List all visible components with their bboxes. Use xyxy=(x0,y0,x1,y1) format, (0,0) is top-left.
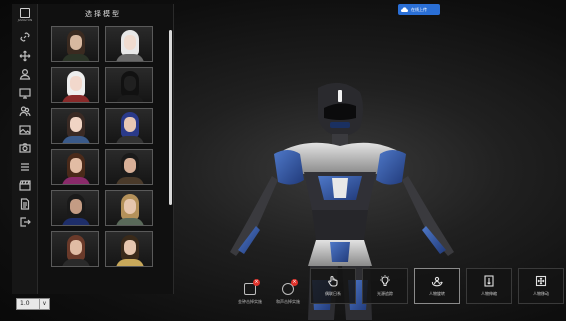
cloud-icon xyxy=(401,7,408,12)
remove-badge[interactable]: × xyxy=(291,279,298,286)
avatar-face xyxy=(124,117,136,132)
avatar-face xyxy=(70,117,82,132)
action-label: 人物旋转 xyxy=(429,291,445,296)
panel-title: 选择模型 xyxy=(85,10,121,18)
model-thumbnail[interactable] xyxy=(105,108,153,144)
avatar-body xyxy=(116,95,144,102)
image-icon[interactable] xyxy=(17,123,33,137)
hand-icon xyxy=(328,275,338,287)
list-icon[interactable] xyxy=(17,160,33,174)
sound-icon: × xyxy=(282,279,298,295)
link-icon[interactable] xyxy=(17,30,33,44)
model-thumbnail[interactable] xyxy=(105,231,153,267)
app-logo: JIANGYUN xyxy=(17,8,33,26)
chevron-down-icon: ∨ xyxy=(39,299,49,309)
avatar-body xyxy=(116,54,144,61)
upload-icon: × xyxy=(244,279,260,295)
model-thumbnail[interactable] xyxy=(51,67,99,103)
avatar-body xyxy=(62,177,90,184)
avatar-face xyxy=(70,76,82,91)
avatar-body xyxy=(62,218,90,225)
avatar-face xyxy=(124,240,136,255)
action-label: 人物移动 xyxy=(533,291,549,296)
action-label: 偶联日系 xyxy=(325,291,341,296)
user-icon[interactable] xyxy=(17,67,33,81)
action-rotate[interactable]: 人物旋转 xyxy=(414,268,460,304)
small-action-2[interactable]: × 和声击掉实施 xyxy=(270,279,306,313)
action-move[interactable]: 人物移动 xyxy=(518,268,564,304)
app-window: JIANGYUN 选择模型 1.0 ∨ 在线上传 × 金钟击掉实施 × 和声击掉… xyxy=(0,0,566,321)
model-thumbnail[interactable] xyxy=(51,108,99,144)
model-thumbnail[interactable] xyxy=(51,26,99,62)
avatar-body xyxy=(116,218,144,225)
avatar-face xyxy=(70,240,82,255)
avatar-body xyxy=(62,54,90,61)
camera-icon[interactable] xyxy=(17,141,33,155)
scale-icon xyxy=(484,275,494,287)
small-action-1[interactable]: × 金钟击掉实施 xyxy=(232,279,268,313)
action-scale[interactable]: 人物伸缩 xyxy=(466,268,512,304)
avatar-face xyxy=(124,199,136,214)
logo-text: JIANGYUN xyxy=(17,18,33,22)
model-thumbnail[interactable] xyxy=(105,67,153,103)
document-icon[interactable] xyxy=(17,197,33,211)
panel-scrollbar[interactable] xyxy=(169,30,172,205)
action-label: 光源追踪 xyxy=(377,291,393,296)
remove-badge[interactable]: × xyxy=(253,279,260,286)
move-icon[interactable] xyxy=(17,49,33,63)
badge-label: 在线上传 xyxy=(411,6,427,12)
avatar-face xyxy=(124,35,136,50)
avatar-body xyxy=(116,177,144,184)
zoom-select[interactable]: 1.0 ∨ xyxy=(16,298,50,310)
avatar-face xyxy=(70,35,82,50)
logo-icon xyxy=(20,8,30,18)
avatar-body xyxy=(116,259,144,266)
action-light[interactable]: 光源追踪 xyxy=(362,268,408,304)
avatar-face xyxy=(124,76,136,91)
avatar-face xyxy=(70,199,82,214)
bulb-icon xyxy=(380,275,390,287)
model-thumbnail[interactable] xyxy=(105,190,153,226)
model-panel: 选择模型 xyxy=(38,4,174,294)
avatar-body xyxy=(116,136,144,143)
action-label: 人物伸缩 xyxy=(481,291,497,296)
model-thumbnail[interactable] xyxy=(51,149,99,185)
users-icon[interactable] xyxy=(17,104,33,118)
avatar-body xyxy=(62,95,90,102)
action-gesture[interactable]: 偶联日系 xyxy=(310,268,356,304)
rotate-icon xyxy=(431,276,443,287)
model-thumbnail[interactable] xyxy=(105,26,153,62)
move-icon xyxy=(535,275,547,287)
model-thumbnail[interactable] xyxy=(105,149,153,185)
clapper-icon[interactable] xyxy=(17,178,33,192)
small-action-label: 和声击掉实施 xyxy=(276,299,300,304)
avatar-body xyxy=(62,136,90,143)
avatar-face xyxy=(70,158,82,173)
tool-rail: JIANGYUN xyxy=(12,4,38,294)
zoom-value: 1.0 xyxy=(20,300,30,307)
model-thumbnail[interactable] xyxy=(51,190,99,226)
model-thumbnail[interactable] xyxy=(51,231,99,267)
avatar-body xyxy=(62,259,90,266)
avatar-face xyxy=(124,158,136,173)
small-action-label: 金钟击掉实施 xyxy=(238,299,262,304)
export-icon[interactable] xyxy=(17,215,33,229)
monitor-icon[interactable] xyxy=(17,86,33,100)
online-upload-badge[interactable]: 在线上传 xyxy=(398,4,440,15)
